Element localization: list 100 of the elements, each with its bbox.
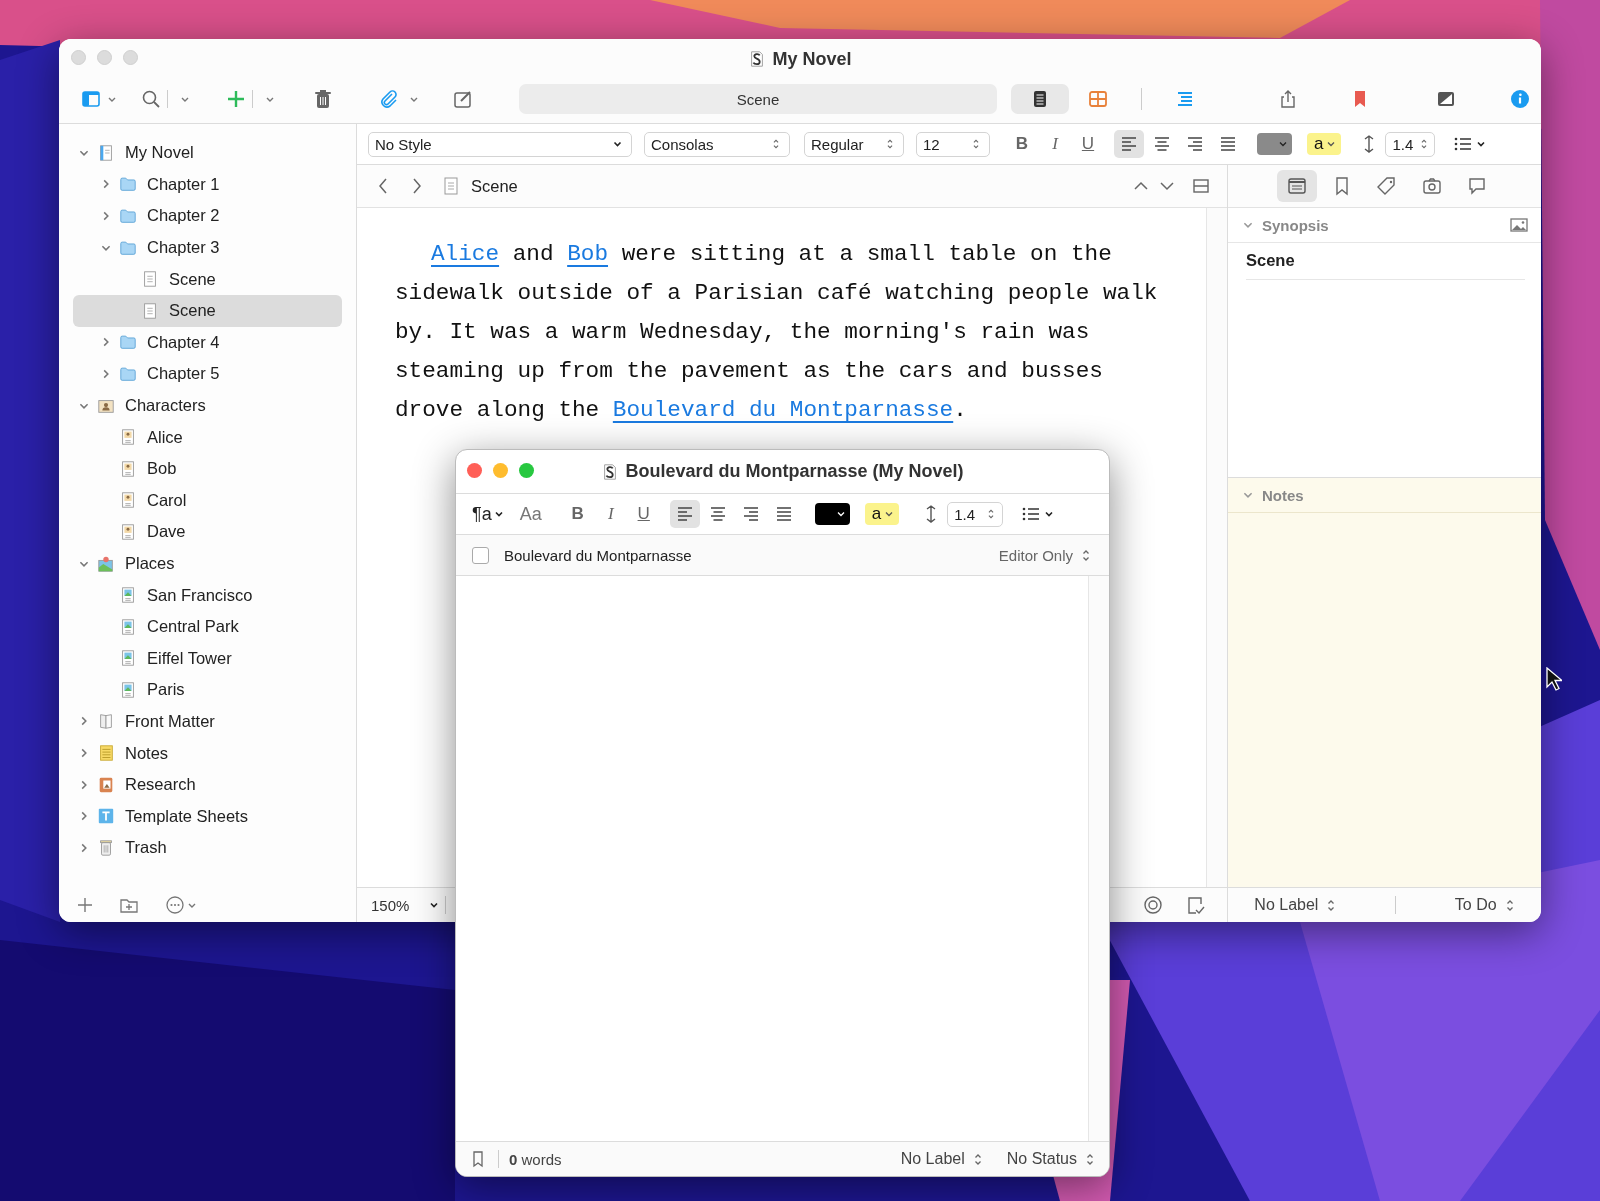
weight-select[interactable]: Regular <box>804 131 904 157</box>
binder-item[interactable]: Template Sheets <box>73 800 342 833</box>
caret-icon <box>1044 509 1055 519</box>
image-icon[interactable] <box>1509 215 1529 235</box>
binder-item[interactable]: Chapter 4 <box>73 326 342 359</box>
paragraph-style-button[interactable]: ¶a <box>472 503 504 525</box>
stepper-icon <box>885 139 895 149</box>
binder-item[interactable]: Notes <box>73 737 342 769</box>
notes-tab[interactable] <box>1277 170 1317 202</box>
line-spacing-field[interactable]: 1.4 <box>1385 131 1436 157</box>
text-color-button[interactable] <box>814 503 850 525</box>
trash-icon <box>97 838 115 857</box>
character-sheet-icon <box>119 522 137 541</box>
window-title: My Novel <box>772 48 852 70</box>
chevron-icon <box>429 900 439 910</box>
outline-icon <box>1175 89 1195 109</box>
binder-item[interactable]: Carol <box>73 484 342 517</box>
italic-button[interactable]: I <box>1043 131 1067 157</box>
line-spacing-field[interactable]: 1.4 <box>947 501 1004 527</box>
binder-item[interactable]: Bob <box>73 452 342 485</box>
section-heading: Synopsis <box>1262 216 1329 234</box>
highlight-button[interactable]: a <box>864 503 900 525</box>
binder-item[interactable]: Research <box>73 768 342 801</box>
speech-bubble-icon <box>1467 176 1487 196</box>
compose-icon[interactable] <box>453 89 473 109</box>
more-icon[interactable] <box>165 895 185 915</box>
add-icon[interactable] <box>226 89 246 109</box>
target-icon[interactable] <box>1143 895 1163 915</box>
highlight-button[interactable]: a <box>1307 133 1342 155</box>
link[interactable]: Boulevard du Montparnasse <box>612 397 954 423</box>
cursor-icon <box>1546 667 1562 691</box>
character-sheet-icon <box>119 428 137 447</box>
style-select[interactable]: No Style <box>368 131 632 157</box>
template-icon <box>97 807 115 826</box>
size-select[interactable]: 12 <box>916 131 990 157</box>
align-left-button[interactable] <box>669 500 700 528</box>
binder-item[interactable]: Chapter 5 <box>73 358 342 390</box>
view-select[interactable]: Editor Only <box>998 546 1091 564</box>
fonts-button[interactable]: Aa <box>519 503 542 525</box>
synopsis-title[interactable]: Scene <box>1246 243 1525 280</box>
binder-item[interactable]: Dave <box>73 516 342 548</box>
landscape-sheet-icon <box>119 617 137 636</box>
notecard-icon <box>1287 176 1307 196</box>
align-right-icon <box>1185 134 1205 154</box>
paperclip-icon[interactable] <box>379 89 399 109</box>
bold-button[interactable]: B <box>565 501 590 527</box>
status-select[interactable]: No Status <box>1006 1150 1095 1168</box>
document-view-button[interactable] <box>1011 84 1069 114</box>
search-icon[interactable] <box>141 89 161 109</box>
binder-item[interactable]: Central Park <box>73 610 342 643</box>
checkbox[interactable] <box>472 546 489 564</box>
window-title: Boulevard du Montparnasse (My Novel) <box>625 461 964 482</box>
italic-button[interactable]: I <box>598 501 623 527</box>
underline-button[interactable]: U <box>1076 131 1100 157</box>
caret-icon <box>1326 139 1337 149</box>
underline-button[interactable]: U <box>631 501 656 527</box>
trash-icon[interactable] <box>313 89 333 109</box>
add-icon[interactable] <box>75 895 95 915</box>
binder-item[interactable]: Paris <box>73 674 342 706</box>
binder-item[interactable]: Eiffel Tower <box>73 642 342 675</box>
checked-document-icon[interactable] <box>1185 895 1205 915</box>
label-select[interactable]: No Label <box>1254 896 1337 914</box>
title-field[interactable]: Scene <box>519 84 997 114</box>
link[interactable]: Alice <box>431 241 500 267</box>
binder-item[interactable]: Scene <box>73 263 342 295</box>
binder-item[interactable]: Chapter 1 <box>73 168 342 201</box>
document-icon <box>441 176 461 196</box>
binder-item[interactable]: Alice <box>73 421 342 453</box>
binder-item[interactable]: Chapter 2 <box>73 200 342 232</box>
info-icon[interactable] <box>1510 89 1530 109</box>
text-color-button[interactable] <box>1257 133 1292 155</box>
font-select[interactable]: Consolas <box>644 131 790 157</box>
appearance-icon[interactable] <box>1436 89 1456 109</box>
notebook-icon <box>97 143 115 162</box>
stepper-icon <box>771 139 781 149</box>
binder-item[interactable]: Places <box>73 547 342 580</box>
close-button[interactable] <box>467 463 482 478</box>
status-select[interactable]: To Do <box>1454 896 1515 914</box>
share-icon[interactable] <box>1278 89 1298 109</box>
align-left-icon <box>1119 134 1139 154</box>
binder-item[interactable]: Front Matter <box>73 705 342 738</box>
split-view-icon[interactable] <box>1191 176 1211 196</box>
label-select[interactable]: No Label <box>900 1150 983 1168</box>
binder-item[interactable]: Scene <box>73 294 342 327</box>
binder-item[interactable]: San Francisco <box>73 579 342 611</box>
bold-button[interactable]: B <box>1010 131 1034 157</box>
binder-item[interactable]: Trash <box>73 832 342 864</box>
notepad-icon <box>97 744 115 763</box>
binder-item[interactable]: Chapter 3 <box>73 231 342 264</box>
link[interactable]: Bob <box>567 241 608 267</box>
align-left-button[interactable] <box>1114 130 1144 158</box>
folder-icon <box>119 175 137 194</box>
binder-item[interactable]: My Novel <box>73 137 342 169</box>
character-sheet-icon <box>119 459 137 478</box>
landscape-sheet-icon <box>119 649 137 668</box>
sidebar-toggle-icon[interactable] <box>81 89 101 109</box>
zoom-button[interactable] <box>519 463 534 478</box>
word-count: 0 words <box>509 1150 562 1168</box>
zoom-select[interactable]: 150% <box>371 896 439 914</box>
binder-item[interactable]: Characters <box>73 389 342 422</box>
